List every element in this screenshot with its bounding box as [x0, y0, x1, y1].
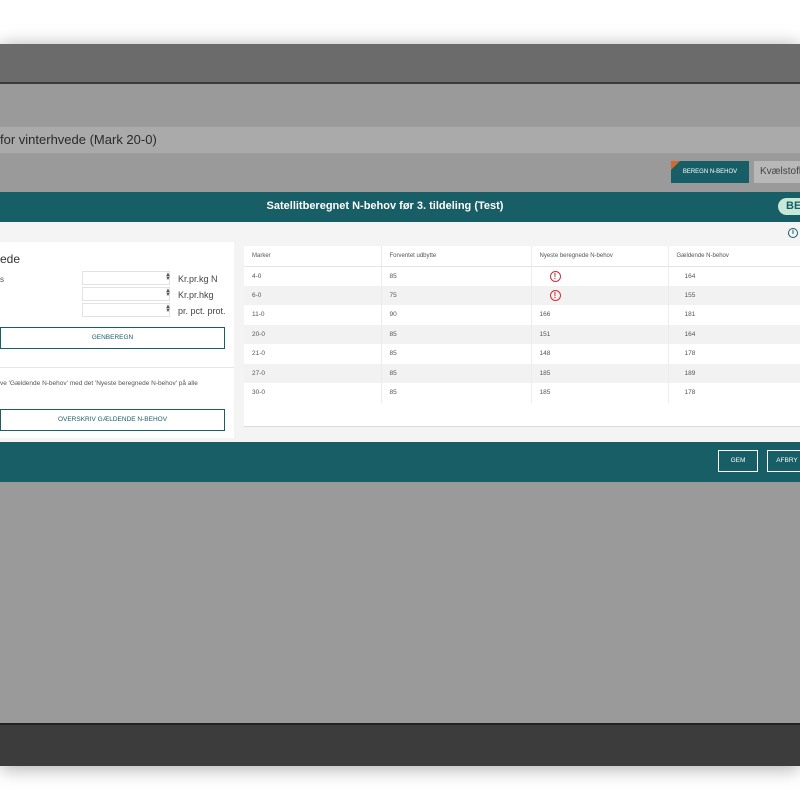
bottom-bar: [0, 723, 800, 766]
modal-title: Satellitberegnet N-behov før 3. tildelin…: [266, 200, 504, 212]
cell-gaeldende: 155: [668, 285, 800, 305]
unit-label-2: Kr.pr.hkg: [178, 290, 214, 300]
spinner-arrows-icon[interactable]: ▲ ▼: [165, 288, 171, 298]
modal-body: i ede s ▲ ▼ Kr.pr.kg N ▲ ▼ Kr.pr.hkg ▲ ▼ pr…: [0, 222, 800, 442]
cell-nyeste: 185: [531, 383, 669, 403]
cell-nyeste: 166: [531, 305, 669, 325]
cell-udbytte: 85: [381, 363, 532, 383]
cell-udbytte: 75: [381, 285, 532, 305]
table-row[interactable]: 20-0 85 151 164: [244, 324, 800, 344]
afbryd-button[interactable]: AFBRY: [767, 450, 800, 472]
status-badge: BE: [778, 198, 800, 215]
cell-marker: 30-0: [244, 383, 382, 403]
table-row[interactable]: 30-0 85 185 178: [244, 383, 800, 403]
table-header-row: Marker Forventet udbytte Nyeste beregned…: [244, 246, 800, 267]
modal-footer: GEM AFBRY: [0, 442, 800, 482]
cell-gaeldende: 164: [668, 324, 800, 344]
cell-nyeste: 151: [531, 324, 669, 344]
cell-gaeldende: 189: [668, 363, 800, 383]
table-row[interactable]: 4-0 85 ! 164: [244, 266, 800, 286]
overwrite-note: ve 'Gældende N-behov' med det 'Nyeste be…: [0, 380, 198, 387]
column-header-gaeldende[interactable]: Gældende N-behov: [668, 246, 800, 267]
kvaelstof-button[interactable]: Kvælstofb: [754, 161, 800, 183]
table-bottom-border: [244, 426, 800, 427]
cell-marker: 11-0: [244, 305, 382, 325]
cell-marker: 27-0: [244, 363, 382, 383]
cell-gaeldende: 178: [668, 383, 800, 403]
cell-marker: 6-0: [244, 285, 382, 305]
table-row[interactable]: 21-0 85 148 178: [244, 344, 800, 364]
modal-header: Satellitberegnet N-behov før 3. tildelin…: [0, 192, 800, 222]
page-title: for vinterhvede (Mark 20-0): [0, 132, 157, 147]
beregn-n-behov-label: BEREGN N-BEHOV: [682, 169, 738, 175]
cell-marker: 4-0: [244, 266, 382, 286]
cell-nyeste: 148: [531, 344, 669, 364]
divider: [0, 367, 234, 368]
n-behov-table-panel: Marker Forventet udbytte Nyeste beregned…: [244, 246, 800, 426]
cell-udbytte: 90: [381, 305, 532, 325]
table-row[interactable]: 6-0 75 ! 155: [244, 285, 800, 305]
unit-label-1: Kr.pr.kg N: [178, 274, 218, 284]
gem-button[interactable]: GEM: [718, 450, 758, 472]
cell-gaeldende: 181: [668, 305, 800, 325]
spinner-arrows-icon[interactable]: ▲ ▼: [165, 304, 171, 314]
row-label-1: s: [0, 275, 4, 284]
beregn-n-behov-button[interactable]: BEREGN N-BEHOV: [671, 161, 749, 183]
cell-nyeste: 185: [531, 363, 669, 383]
price-settings-panel: ede s ▲ ▼ Kr.pr.kg N ▲ ▼ Kr.pr.hkg ▲ ▼ pr. …: [0, 242, 234, 438]
price-hkg-input[interactable]: [82, 287, 170, 301]
alert-circle-icon[interactable]: !: [549, 270, 561, 282]
unit-label-3: pr. pct. prot.: [178, 306, 226, 316]
cell-marker: 20-0: [244, 324, 382, 344]
column-header-marker[interactable]: Marker: [244, 246, 382, 267]
cell-udbytte: 85: [381, 344, 532, 364]
cell-gaeldende: 178: [668, 344, 800, 364]
cell-gaeldende: 164: [668, 266, 800, 286]
spinner-arrows-icon[interactable]: ▲ ▼: [165, 272, 171, 282]
panel-title: ede: [0, 252, 21, 266]
genberegn-button[interactable]: GENBEREGN: [0, 327, 225, 349]
price-n-input[interactable]: [82, 271, 170, 285]
cell-udbytte: 85: [381, 324, 532, 344]
n-behov-table: Marker Forventet udbytte Nyeste beregned…: [244, 246, 800, 403]
column-header-nyeste[interactable]: Nyeste beregnede N-behov: [531, 246, 669, 267]
table-row[interactable]: 27-0 85 185 189: [244, 363, 800, 383]
table-row[interactable]: 11-0 90 166 181: [244, 305, 800, 325]
top-navigation-bar: [0, 44, 800, 84]
cell-marker: 21-0: [244, 344, 382, 364]
cell-udbytte: 85: [381, 383, 532, 403]
cell-nyeste: !: [531, 266, 669, 286]
overskriv-button[interactable]: OVERSKRIV GÆLDENDE N-BEHOV: [0, 409, 225, 431]
new-corner-flag-icon: [671, 161, 680, 170]
column-header-udbytte[interactable]: Forventet udbytte: [381, 246, 532, 267]
cell-udbytte: 85: [381, 266, 532, 286]
cell-nyeste: !: [531, 285, 669, 305]
price-protein-input[interactable]: [82, 303, 170, 317]
alert-circle-icon[interactable]: !: [549, 289, 561, 301]
info-icon[interactable]: i: [788, 228, 798, 238]
